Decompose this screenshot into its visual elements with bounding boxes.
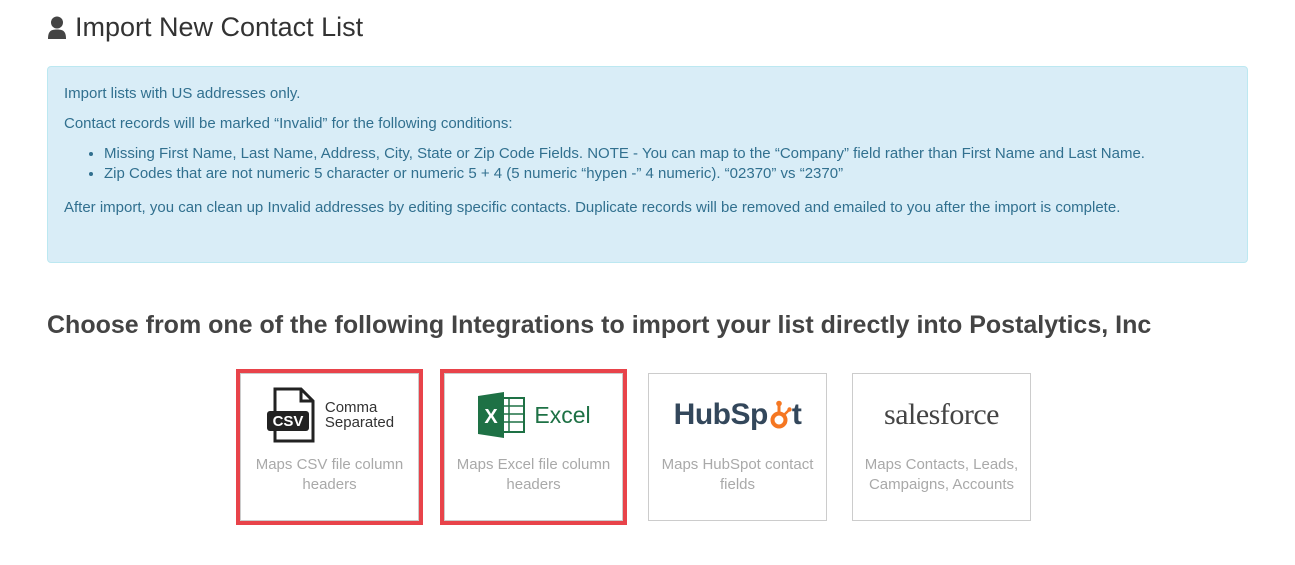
integrations-list: CSV Comma Separated Maps CSV file column… — [236, 369, 1031, 525]
salesforce-logo-text: salesforce — [884, 398, 999, 431]
notice-invalid-conditions: Contact records will be marked “Invalid”… — [64, 115, 513, 132]
hubspot-logo-text-2: t — [791, 398, 802, 431]
csv-card-description: Maps CSV file column headers — [255, 456, 404, 493]
csv-logo-line-2: Separated — [324, 414, 395, 431]
hubspot-card-description: Maps HubSpot contact fields — [661, 456, 814, 493]
hubspot-logo-text-1: HubSp — [673, 398, 769, 431]
hubspot-sprocket-icon — [770, 400, 792, 429]
notice-cleanup: After import, you can clean up Invalid a… — [64, 199, 1121, 216]
import-notice: Import lists with US addresses only. Con… — [47, 66, 1248, 263]
excel-badge-text: X — [485, 406, 499, 428]
csv-logo-line-1: Comma — [324, 399, 378, 416]
excel-integration-card[interactable]: X Excel Maps Excel file column headers — [440, 369, 627, 525]
salesforce-card-description: Maps Contacts, Leads, Campaigns, Account… — [864, 456, 1019, 493]
user-icon — [48, 16, 66, 39]
salesforce-logo: salesforce — [853, 374, 1030, 452]
excel-logo: X Excel — [445, 374, 622, 452]
condition-missing-fields: Missing First Name, Last Name, Address, … — [104, 144, 1231, 164]
page-title: Import New Contact List — [75, 12, 364, 42]
page-header: Import New Contact List — [47, 12, 363, 43]
excel-logo-text: Excel — [534, 401, 591, 428]
csv-logo: CSV Comma Separated — [241, 374, 418, 452]
hubspot-integration-card[interactable]: HubSp t Maps HubSpot contact fields — [648, 373, 827, 521]
csv-integration-card[interactable]: CSV Comma Separated Maps CSV file column… — [236, 369, 423, 525]
csv-file-icon: CSV — [266, 387, 315, 443]
integrations-heading: Choose from one of the following Integra… — [47, 311, 1152, 339]
hubspot-logo: HubSp t — [649, 374, 826, 452]
excel-card-description: Maps Excel file column headers — [456, 456, 611, 493]
salesforce-integration-card[interactable]: salesforce Maps Contacts, Leads, Campaig… — [852, 373, 1031, 521]
excel-icon: X — [478, 392, 526, 438]
notice-us-only: Import lists with US addresses only. — [64, 85, 301, 102]
invalid-conditions-list: Missing First Name, Last Name, Address, … — [64, 144, 1231, 184]
csv-badge-text: CSV — [272, 413, 303, 430]
condition-zip-format: Zip Codes that are not numeric 5 charact… — [104, 164, 1231, 184]
